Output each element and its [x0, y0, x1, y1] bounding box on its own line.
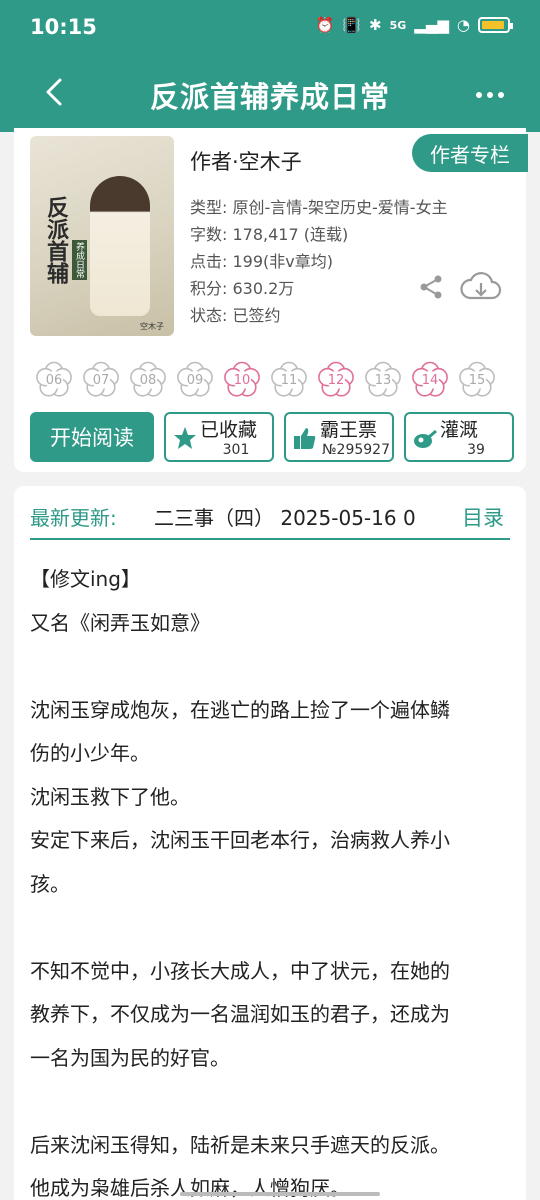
- description-line: 又名《闲弄玉如意》: [30, 610, 210, 635]
- flower-label: 12: [327, 372, 345, 388]
- wifi-icon: ◔: [456, 16, 470, 34]
- author-column-button[interactable]: 作者专栏: [412, 134, 528, 172]
- action-button-row: 开始阅读 已收藏 301 霸王票 №295927 灌溉 39: [30, 412, 514, 462]
- description-line: 不知不觉中，小孩长大成人，中了状元，在她的: [30, 958, 450, 983]
- description-line: 沈闲玉救下了他。: [30, 784, 190, 809]
- book-description: 【修文ing】又名《闲弄玉如意》沈闲玉穿成炮灰，在逃亡的路上捡了一个遍体鳞 伤的小…: [30, 558, 516, 1200]
- flower-09[interactable]: 09: [175, 360, 215, 400]
- flower-14[interactable]: 14: [410, 360, 450, 400]
- meta-genre: 类型: 原创-言情-架空历史-爱情-女主: [190, 198, 448, 217]
- cover-seal: 养成日常: [72, 240, 87, 280]
- description-line: [30, 1080, 516, 1124]
- flower-label: 06: [45, 372, 63, 388]
- flower-rating-row: 06 07 08 09 10 11 12 13 14 15: [34, 360, 497, 400]
- description-line: 安定下来后，沈闲玉干回老本行，治病救人养小: [30, 828, 450, 852]
- irrigate-count: 39: [467, 442, 485, 458]
- meta-status: 状态: 已签约: [190, 306, 281, 325]
- page-title: 反派首辅养成日常: [149, 80, 390, 114]
- irrigate-button[interactable]: 灌溉 39: [404, 412, 514, 462]
- more-button[interactable]: [468, 80, 512, 110]
- favorite-label: 已收藏: [200, 419, 258, 441]
- nav-bar: 反派首辅养成日常: [0, 60, 540, 128]
- flower-15[interactable]: 15: [457, 360, 497, 400]
- description-line: 【修文ing】: [30, 567, 141, 591]
- latest-update-label: 最新更新:: [30, 506, 117, 530]
- book-meta: 类型: 原创-言情-架空历史-爱情-女主 字数: 178,417 (连载) 点击…: [190, 194, 448, 329]
- latest-update-bar[interactable]: 最新更新: 二三事（四） 2025-05-16 0 目录: [30, 498, 510, 540]
- status-time: 10:15: [30, 15, 97, 39]
- flower-07[interactable]: 07: [81, 360, 121, 400]
- flower-label: 09: [186, 372, 204, 388]
- description-line: [30, 906, 516, 950]
- cloud-download-icon[interactable]: [460, 272, 502, 302]
- meta-score: 积分: 630.2万: [190, 279, 295, 298]
- description-line: 沈闲玉穿成炮灰，在逃亡的路上捡了一个遍体鳞: [30, 697, 450, 722]
- home-indicator[interactable]: [180, 1192, 380, 1196]
- table-of-contents-link[interactable]: 目录: [452, 502, 504, 532]
- start-reading-button[interactable]: 开始阅读: [30, 412, 154, 462]
- meta-clicks: 点击: 199(非v章均): [190, 252, 333, 271]
- description-line: 伤的小少年。: [30, 741, 150, 765]
- share-icon[interactable]: [418, 274, 444, 300]
- book-actions: [418, 272, 502, 302]
- alarm-icon: ⏰: [315, 16, 335, 34]
- cover-signature: 空木子: [140, 322, 164, 331]
- flower-06[interactable]: 06: [34, 360, 74, 400]
- favorite-count: 301: [222, 442, 250, 458]
- vibrate-icon: 📳: [342, 16, 362, 34]
- book-cover[interactable]: 反派首辅 养成日常 空木子: [30, 136, 174, 336]
- flower-08[interactable]: 08: [128, 360, 168, 400]
- more-dot: [498, 92, 504, 98]
- flower-label: 13: [374, 372, 392, 388]
- flower-label: 07: [92, 372, 110, 388]
- status-bar: 10:15 ⏰ 📳 ✱ 5G ▂▄▆ ◔: [0, 0, 540, 56]
- ticket-count: №295927: [321, 442, 390, 458]
- signal-icon: ▂▄▆: [414, 16, 449, 34]
- flower-12[interactable]: 12: [316, 360, 356, 400]
- more-dot: [487, 92, 493, 98]
- flower-13[interactable]: 13: [363, 360, 403, 400]
- description-line: 后来沈闲玉得知，陆祈是未来只手遮天的反派。: [30, 1132, 450, 1157]
- favorite-button[interactable]: 已收藏 301: [164, 412, 274, 462]
- description-line: 教养下，不仅成为一名温润如玉的君子，还成为: [30, 1002, 450, 1026]
- book-detail-card: 最新更新: 二三事（四） 2025-05-16 0 目录 【修文ing】又名《闲…: [14, 486, 526, 1200]
- ticket-label: 霸王票: [320, 419, 378, 441]
- meta-wordcount: 字数: 178,417 (连载): [190, 225, 349, 244]
- irrigate-label: 灌溉: [440, 419, 479, 441]
- flower-label: 08: [139, 372, 157, 388]
- description-line: 孩。: [30, 871, 70, 896]
- flower-label: 14: [421, 372, 439, 388]
- bluetooth-icon: ✱: [369, 16, 382, 34]
- book-info-card: 反派首辅 养成日常 空木子 作者·空木子 作者专栏 类型: 原创-言情-架空历史…: [14, 128, 528, 472]
- flower-11[interactable]: 11: [269, 360, 309, 400]
- status-icons: ⏰ 📳 ✱ 5G ▂▄▆ ◔: [315, 16, 513, 34]
- flower-10[interactable]: 10: [222, 360, 262, 400]
- more-dots-icon: [476, 92, 482, 98]
- description-line: 一名为国为民的好官。: [30, 1045, 230, 1070]
- ticket-button[interactable]: 霸王票 №295927: [284, 412, 394, 462]
- author-name[interactable]: 作者·空木子: [190, 146, 302, 176]
- latest-update-value[interactable]: 二三事（四） 2025-05-16 0: [154, 502, 454, 531]
- flower-label: 11: [280, 372, 298, 388]
- cover-figure: [90, 176, 150, 316]
- cover-calligraphy: 反派首辅: [43, 196, 69, 284]
- battery-icon: [478, 17, 513, 33]
- network-label: 5G: [389, 18, 407, 32]
- flower-label: 10: [233, 372, 251, 388]
- description-line: [30, 645, 516, 689]
- top-app-bar: 10:15 ⏰ 📳 ✱ 5G ▂▄▆ ◔ 反派首辅养成日常: [0, 0, 540, 132]
- flower-label: 15: [468, 372, 486, 388]
